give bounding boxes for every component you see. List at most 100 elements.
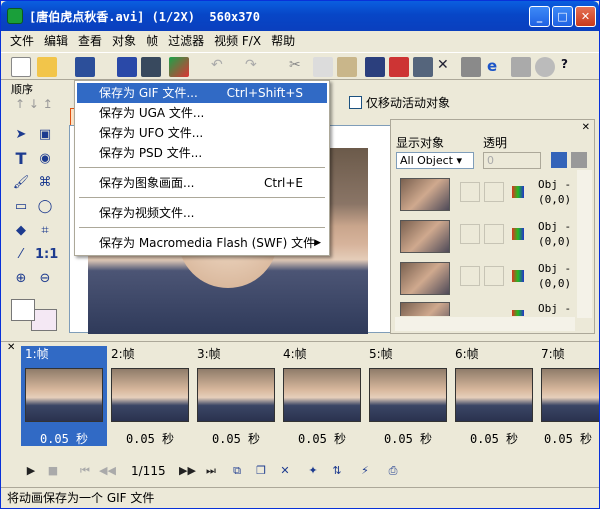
spotlight-icon[interactable]: ◉	[35, 149, 55, 169]
eyedropper-icon[interactable]: ⁄	[11, 245, 31, 265]
save-icon[interactable]	[75, 57, 95, 77]
object-row[interactable]: Obj - 1 (0,0) (W	[396, 176, 591, 214]
insert-frame-icon[interactable]: ⧉	[229, 463, 245, 479]
frame-cell[interactable]: 5:帧 0.05 秒	[365, 346, 451, 446]
object-row[interactable]: Obj - 1 (0,0) (W	[396, 260, 591, 298]
menu-help[interactable]: 帮助	[266, 31, 300, 51]
brush-icon[interactable]: 🖌	[11, 173, 31, 193]
frame-delay[interactable]: 0.05 秒	[107, 430, 193, 447]
close-button[interactable]: ✕	[575, 6, 596, 27]
cut-icon[interactable]: ✂	[289, 57, 309, 77]
select-arrow-icon[interactable]: ➤	[11, 125, 31, 145]
help-pointer-icon[interactable]: ?	[561, 57, 581, 77]
object-row[interactable]: Obj - 1 (0,0) (W	[396, 218, 591, 256]
zoom-in-icon[interactable]: ⊕	[11, 269, 31, 289]
menu-save-ufo[interactable]: 保存为 UFO 文件...	[77, 123, 327, 143]
menu-filter[interactable]: 过滤器	[163, 31, 209, 51]
maximize-button[interactable]: □	[552, 6, 573, 27]
menu-save-video[interactable]: 保存为视频文件...	[77, 203, 327, 223]
menu-save-image[interactable]: 保存为图象画面... Ctrl+E	[77, 173, 327, 193]
lock-toggle[interactable]	[484, 266, 504, 286]
order-arrows-icon[interactable]: ↑ ↓ ↥	[15, 97, 53, 111]
frame-delay[interactable]: 0.05 秒	[193, 430, 279, 447]
object-vertical-scrollbar[interactable]	[577, 170, 592, 318]
film-icon[interactable]	[141, 57, 161, 77]
frame-delay[interactable]: 0.05 秒	[537, 430, 599, 446]
alpha-spinner[interactable]: 0	[483, 152, 541, 169]
menu-object[interactable]: 对象	[107, 31, 141, 51]
menu-save-gif[interactable]: 保存为 GIF 文件... Ctrl+Shift+S	[77, 83, 327, 103]
frame-delete-icon[interactable]	[389, 57, 409, 77]
frame-cell[interactable]: 7:帧 0.05 秒	[537, 346, 599, 446]
open-folder-icon[interactable]	[37, 57, 57, 77]
frame-cell[interactable]: 3:帧 0.05 秒	[193, 346, 279, 446]
first-frame-icon[interactable]: ⏮	[77, 463, 93, 479]
copy-icon[interactable]	[313, 57, 333, 77]
browser-preview-icon[interactable]: e	[487, 57, 507, 77]
frame-props-icon[interactable]: ✦	[305, 463, 321, 479]
menu-save-swf[interactable]: 保存为 Macromedia Flash (SWF) 文件 ▶	[77, 233, 327, 253]
palette-icon[interactable]	[535, 57, 555, 77]
title-bar[interactable]: [唐伯虎点秋香.avi] (1/2X) 560x370 _ □ ✕	[1, 1, 599, 31]
frame-delay[interactable]: 0.05 秒	[451, 430, 537, 447]
new-file-icon[interactable]	[11, 57, 31, 77]
timeline-close-icon[interactable]: ✕	[7, 342, 15, 353]
stamp-icon[interactable]	[461, 57, 481, 77]
object-horizontal-scrollbar[interactable]	[395, 317, 575, 331]
duplicate-frame-icon[interactable]: ❐	[253, 463, 269, 479]
tween-icon[interactable]: ⚡	[357, 463, 373, 479]
frame-delay[interactable]: 0.05 秒	[21, 430, 107, 447]
frame-cell[interactable]: 4:帧 0.05 秒	[279, 346, 365, 446]
wizard-icon[interactable]	[169, 57, 189, 77]
crop-icon[interactable]	[413, 57, 433, 77]
reverse-icon[interactable]: ⇅	[329, 463, 345, 479]
eraser-icon[interactable]: ▭	[11, 197, 31, 217]
frame-add-icon[interactable]	[365, 57, 385, 77]
checkbox-box[interactable]	[349, 96, 362, 109]
last-frame-icon[interactable]: ⏭	[203, 463, 219, 479]
panel-close-icon[interactable]: ✕	[582, 122, 590, 133]
object-props-icon[interactable]	[551, 152, 567, 168]
text-tool-icon[interactable]: T	[11, 149, 31, 169]
lock-toggle[interactable]	[484, 182, 504, 202]
tools-icon[interactable]: ✕	[437, 57, 457, 77]
menu-save-psd[interactable]: 保存为 PSD 文件...	[77, 143, 327, 163]
menu-view[interactable]: 查看	[73, 31, 107, 51]
show-objects-select[interactable]: All Object ▾	[396, 152, 474, 169]
prev-frame-icon[interactable]: ◀◀	[99, 463, 116, 479]
fill-icon[interactable]: ◆	[11, 221, 31, 241]
optimize-icon[interactable]	[511, 57, 531, 77]
lock-toggle[interactable]	[484, 224, 504, 244]
frame-cell[interactable]: 1:帧 0.05 秒	[21, 346, 107, 446]
visibility-toggle[interactable]	[460, 182, 480, 202]
minimize-button[interactable]: _	[529, 6, 550, 27]
frame-cell[interactable]: 2:帧 0.05 秒	[107, 346, 193, 446]
menu-frame[interactable]: 帧	[141, 31, 163, 51]
marquee-icon[interactable]: ▣	[35, 125, 55, 145]
visibility-toggle[interactable]	[460, 224, 480, 244]
foreground-color-swatch[interactable]	[11, 299, 35, 321]
object-row[interactable]: Obj - 1	[396, 300, 576, 316]
object-merge-icon[interactable]	[571, 152, 587, 168]
export-icon[interactable]	[117, 57, 137, 77]
delete-frame-icon[interactable]: ✕	[277, 463, 293, 479]
frame-cell[interactable]: 6:帧 0.05 秒	[451, 346, 537, 446]
menu-video-fx[interactable]: 视频 F/X	[209, 31, 266, 51]
stop-icon[interactable]: ■	[45, 463, 61, 479]
visibility-toggle[interactable]	[460, 266, 480, 286]
ellipse-icon[interactable]: ◯	[35, 197, 55, 217]
zoom-out-icon[interactable]: ⊖	[35, 269, 55, 289]
undo-icon[interactable]: ↶	[211, 57, 231, 77]
export-frame-icon[interactable]: ⎙	[385, 463, 401, 479]
frame-delay[interactable]: 0.05 秒	[365, 430, 451, 447]
next-frame-icon[interactable]: ▶▶	[179, 463, 196, 479]
frame-delay[interactable]: 0.05 秒	[279, 430, 365, 447]
menu-file[interactable]: 文件	[5, 31, 39, 51]
menu-save-uga[interactable]: 保存为 UGA 文件...	[77, 103, 327, 123]
lasso-icon[interactable]: ⌘	[35, 173, 55, 193]
redo-icon[interactable]: ↷	[245, 57, 265, 77]
actual-size-icon[interactable]: 1:1	[35, 245, 58, 265]
paste-icon[interactable]	[337, 57, 357, 77]
crop-tool-icon[interactable]: ⌗	[35, 221, 55, 241]
play-icon[interactable]: ▶	[23, 463, 39, 479]
